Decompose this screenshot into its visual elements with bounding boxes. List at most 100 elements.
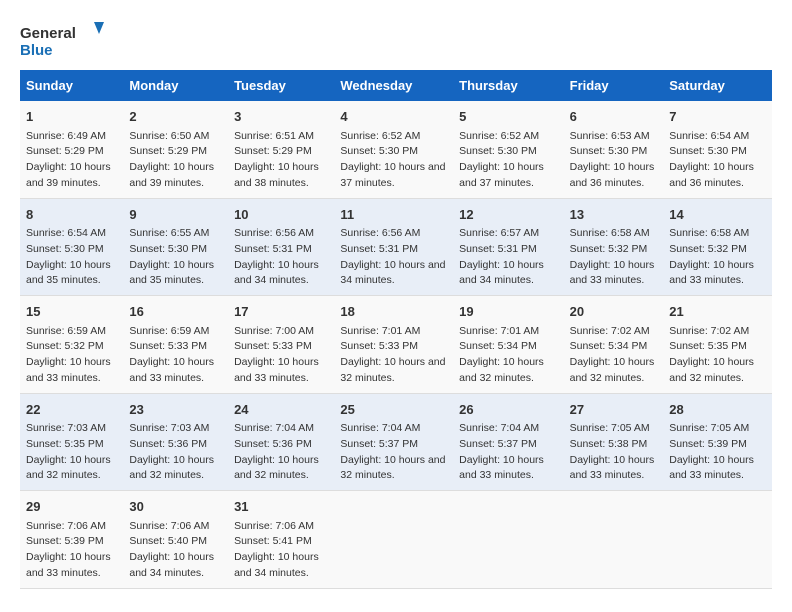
day-number: 1: [26, 107, 117, 127]
sunset-info: Sunset: 5:30 PM: [459, 144, 557, 160]
sunset-info: Sunset: 5:40 PM: [129, 534, 222, 550]
sunset-info: Sunset: 5:33 PM: [129, 339, 222, 355]
sunrise-info: Sunrise: 6:56 AM: [234, 226, 328, 242]
sunrise-info: Sunrise: 7:03 AM: [129, 421, 222, 437]
sunset-info: Sunset: 5:34 PM: [459, 339, 557, 355]
daylight-label: Daylight: 10 hours and 33 minutes.: [570, 258, 658, 290]
daylight-label: Daylight: 10 hours and 32 minutes.: [26, 453, 117, 485]
sunset-info: Sunset: 5:31 PM: [459, 242, 557, 258]
calendar-week-row: 22Sunrise: 7:03 AMSunset: 5:35 PMDayligh…: [20, 393, 772, 491]
calendar-cell: 22Sunrise: 7:03 AMSunset: 5:35 PMDayligh…: [20, 393, 123, 491]
calendar-cell: 14Sunrise: 6:58 AMSunset: 5:32 PMDayligh…: [663, 198, 772, 296]
sunrise-info: Sunrise: 7:01 AM: [340, 324, 447, 340]
sunset-info: Sunset: 5:38 PM: [570, 437, 658, 453]
sunrise-info: Sunrise: 7:04 AM: [459, 421, 557, 437]
sunset-info: Sunset: 5:32 PM: [26, 339, 117, 355]
day-number: 19: [459, 302, 557, 322]
daylight-label: Daylight: 10 hours and 34 minutes.: [459, 258, 557, 290]
calendar-cell: [564, 491, 664, 589]
daylight-label: Daylight: 10 hours and 32 minutes.: [340, 453, 447, 485]
calendar-cell: 25Sunrise: 7:04 AMSunset: 5:37 PMDayligh…: [334, 393, 453, 491]
sunrise-info: Sunrise: 7:03 AM: [26, 421, 117, 437]
sunrise-info: Sunrise: 7:06 AM: [129, 519, 222, 535]
sunrise-info: Sunrise: 6:50 AM: [129, 129, 222, 145]
day-number: 14: [669, 205, 766, 225]
sunset-info: Sunset: 5:29 PM: [129, 144, 222, 160]
sunrise-info: Sunrise: 6:54 AM: [26, 226, 117, 242]
sunrise-info: Sunrise: 6:55 AM: [129, 226, 222, 242]
daylight-label: Daylight: 10 hours and 37 minutes.: [459, 160, 557, 192]
sunset-info: Sunset: 5:36 PM: [129, 437, 222, 453]
sunset-info: Sunset: 5:41 PM: [234, 534, 328, 550]
calendar-cell: 29Sunrise: 7:06 AMSunset: 5:39 PMDayligh…: [20, 491, 123, 589]
sunset-info: Sunset: 5:31 PM: [234, 242, 328, 258]
sunrise-info: Sunrise: 7:04 AM: [234, 421, 328, 437]
daylight-label: Daylight: 10 hours and 34 minutes.: [234, 550, 328, 582]
sunrise-info: Sunrise: 6:49 AM: [26, 129, 117, 145]
daylight-label: Daylight: 10 hours and 33 minutes.: [459, 453, 557, 485]
calendar-cell: 4Sunrise: 6:52 AMSunset: 5:30 PMDaylight…: [334, 101, 453, 198]
weekday-header-sunday: Sunday: [20, 70, 123, 101]
daylight-label: Daylight: 10 hours and 32 minutes.: [669, 355, 766, 387]
weekday-header-saturday: Saturday: [663, 70, 772, 101]
calendar-cell: 3Sunrise: 6:51 AMSunset: 5:29 PMDaylight…: [228, 101, 334, 198]
day-number: 5: [459, 107, 557, 127]
daylight-label: Daylight: 10 hours and 32 minutes.: [340, 355, 447, 387]
sunset-info: Sunset: 5:30 PM: [340, 144, 447, 160]
sunset-info: Sunset: 5:29 PM: [234, 144, 328, 160]
svg-text:Blue: Blue: [20, 42, 53, 59]
calendar-cell: 20Sunrise: 7:02 AMSunset: 5:34 PMDayligh…: [564, 296, 664, 394]
daylight-label: Daylight: 10 hours and 38 minutes.: [234, 160, 328, 192]
day-number: 20: [570, 302, 658, 322]
sunrise-info: Sunrise: 7:06 AM: [234, 519, 328, 535]
weekday-header-thursday: Thursday: [453, 70, 563, 101]
day-number: 8: [26, 205, 117, 225]
calendar-cell: 23Sunrise: 7:03 AMSunset: 5:36 PMDayligh…: [123, 393, 228, 491]
calendar-cell: 2 Sunrise: 6:50 AMSunset: 5:29 PMDaylight…: [123, 101, 228, 198]
sunrise-info: Sunrise: 7:00 AM: [234, 324, 328, 340]
sunrise-info: Sunrise: 6:56 AM: [340, 226, 447, 242]
logo: General Blue: [20, 20, 110, 60]
calendar-cell: 10Sunrise: 6:56 AMSunset: 5:31 PMDayligh…: [228, 198, 334, 296]
calendar-cell: 5Sunrise: 6:52 AMSunset: 5:30 PMDaylight…: [453, 101, 563, 198]
day-number: 2: [129, 107, 222, 127]
calendar-cell: [334, 491, 453, 589]
day-number: 22: [26, 400, 117, 420]
day-number: 12: [459, 205, 557, 225]
sunset-info: Sunset: 5:36 PM: [234, 437, 328, 453]
daylight-label: Daylight: 10 hours and 34 minutes.: [234, 258, 328, 290]
calendar-cell: 28Sunrise: 7:05 AMSunset: 5:39 PMDayligh…: [663, 393, 772, 491]
calendar-cell: 7Sunrise: 6:54 AMSunset: 5:30 PMDaylight…: [663, 101, 772, 198]
day-number: 7: [669, 107, 766, 127]
sunrise-info: Sunrise: 7:05 AM: [669, 421, 766, 437]
calendar-cell: 12Sunrise: 6:57 AMSunset: 5:31 PMDayligh…: [453, 198, 563, 296]
sunset-info: Sunset: 5:29 PM: [26, 144, 117, 160]
sunrise-info: Sunrise: 6:59 AM: [129, 324, 222, 340]
weekday-header-monday: Monday: [123, 70, 228, 101]
sunset-info: Sunset: 5:30 PM: [570, 144, 658, 160]
sunrise-info: Sunrise: 7:04 AM: [340, 421, 447, 437]
calendar-cell: 19Sunrise: 7:01 AMSunset: 5:34 PMDayligh…: [453, 296, 563, 394]
page-header: General Blue: [20, 20, 772, 60]
calendar-cell: 8Sunrise: 6:54 AMSunset: 5:30 PMDaylight…: [20, 198, 123, 296]
sunrise-info: Sunrise: 6:52 AM: [340, 129, 447, 145]
day-number: 11: [340, 205, 447, 225]
daylight-label: Daylight: 10 hours and 33 minutes.: [26, 355, 117, 387]
calendar-cell: 13Sunrise: 6:58 AMSunset: 5:32 PMDayligh…: [564, 198, 664, 296]
daylight-label: Daylight: 10 hours and 39 minutes.: [129, 160, 222, 192]
sunset-info: Sunset: 5:35 PM: [669, 339, 766, 355]
sunset-info: Sunset: 5:39 PM: [669, 437, 766, 453]
calendar-cell: 15Sunrise: 6:59 AMSunset: 5:32 PMDayligh…: [20, 296, 123, 394]
sunset-info: Sunset: 5:39 PM: [26, 534, 117, 550]
sunrise-info: Sunrise: 6:54 AM: [669, 129, 766, 145]
sunrise-info: Sunrise: 7:02 AM: [669, 324, 766, 340]
day-number: 29: [26, 497, 117, 517]
sunset-info: Sunset: 5:30 PM: [129, 242, 222, 258]
daylight-label: Daylight: 10 hours and 32 minutes.: [129, 453, 222, 485]
calendar-table: SundayMondayTuesdayWednesdayThursdayFrid…: [20, 70, 772, 589]
weekday-header-wednesday: Wednesday: [334, 70, 453, 101]
daylight-label: Daylight: 10 hours and 33 minutes.: [234, 355, 328, 387]
day-number: 25: [340, 400, 447, 420]
sunrise-info: Sunrise: 6:57 AM: [459, 226, 557, 242]
sunset-info: Sunset: 5:33 PM: [340, 339, 447, 355]
